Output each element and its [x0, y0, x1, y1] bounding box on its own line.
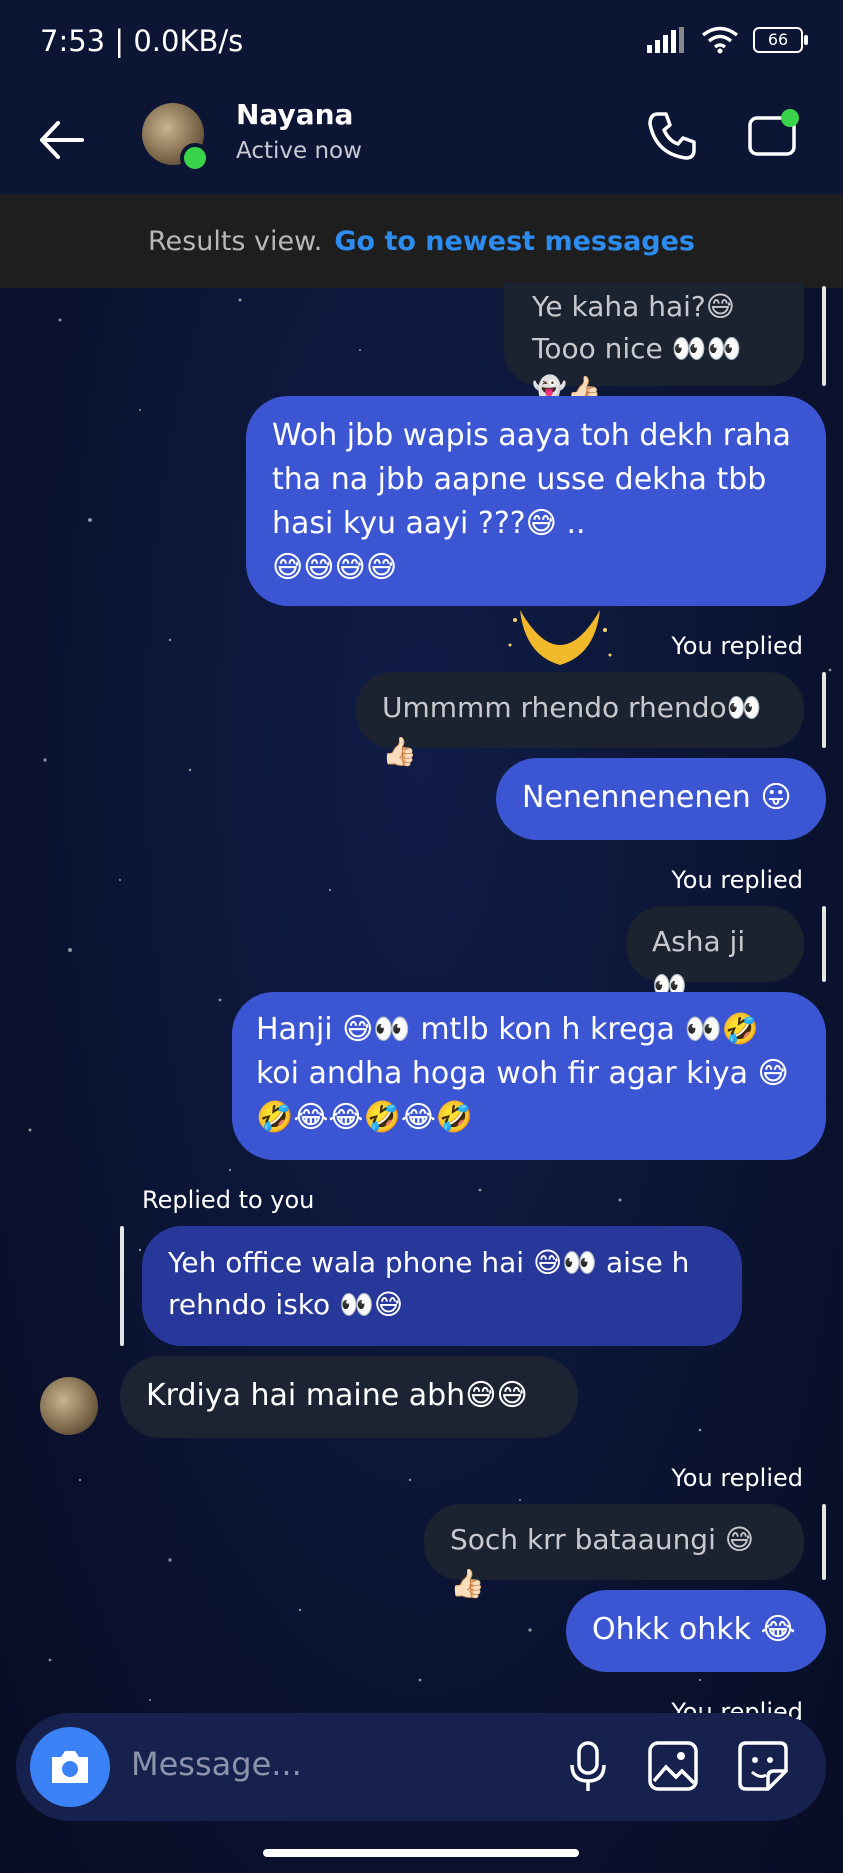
- reply-indicator-bar: [822, 672, 826, 748]
- back-arrow-icon[interactable]: [32, 110, 92, 170]
- message-text: tha na jbb aapne usse dekha tbb: [272, 462, 767, 497]
- message-text: hasi kyu aayi ???😅 ..: [272, 506, 586, 541]
- reply-indicator-bar: [120, 1226, 124, 1346]
- results-banner: Results view. Go to newest messages: [0, 194, 843, 288]
- star-sticker-icon: [508, 610, 612, 665]
- message-composer: Message...: [16, 1713, 826, 1821]
- phone-call-icon[interactable]: [644, 108, 700, 164]
- reply-indicator-bar: [822, 286, 826, 386]
- message-bubble[interactable]: Woh jbb wapis aaya toh dekh raha tha na …: [246, 396, 826, 606]
- signal-icon: [647, 27, 684, 53]
- message-input[interactable]: Message...: [131, 1745, 302, 1783]
- gallery-icon[interactable]: [646, 1739, 700, 1793]
- wifi-icon: [701, 26, 739, 54]
- message-text: 🤣😂😂🤣😂🤣: [256, 1100, 474, 1135]
- you-replied-label: You replied: [671, 866, 803, 894]
- message-text: Woh jbb wapis aaya toh dekh raha: [272, 418, 791, 453]
- status-time: 7:53 | 0.0KB/s: [40, 24, 244, 58]
- video-call-icon[interactable]: [744, 106, 804, 166]
- sticker-icon[interactable]: [736, 1739, 790, 1793]
- reply-indicator-bar: [822, 906, 826, 982]
- reply-bubble[interactable]: Soch krr bataaungi 😅👍🏻: [424, 1504, 804, 1600]
- message-text: Nenennenenen 😛: [522, 780, 792, 815]
- replied-to-you-label: Replied to you: [142, 1186, 315, 1214]
- incoming-message-bubble[interactable]: Krdiya hai maine abh😅😅: [120, 1356, 578, 1438]
- message-bubble[interactable]: Nenennenenen 😛: [496, 758, 826, 840]
- status-icons: 66: [647, 26, 808, 54]
- online-indicator: [180, 143, 210, 173]
- camera-icon: [52, 1751, 88, 1783]
- battery-icon: 66: [753, 27, 808, 53]
- camera-button[interactable]: [30, 1727, 110, 1807]
- reply-bubble[interactable]: Ummmm rhendo rhendo👀👍🏻: [356, 672, 804, 768]
- message-text: 😅😅😅😅: [272, 550, 398, 585]
- home-indicator[interactable]: [263, 1849, 579, 1857]
- you-replied-label: You replied: [671, 632, 803, 660]
- results-label: Results view.: [147, 225, 323, 257]
- message-text: Krdiya hai maine abh😅😅: [146, 1378, 528, 1413]
- chat-header: Nayana Active now: [0, 90, 843, 194]
- message-text: koi andha hoga woh fir agar kiya 😅: [256, 1056, 789, 1091]
- message-bubble[interactable]: Hanji 😅👀 mtlb kon h krega 👀🤣 koi andha h…: [232, 992, 826, 1160]
- message-text: Hanji 😅👀 mtlb kon h krega 👀🤣: [256, 1012, 760, 1047]
- reply-indicator-bar: [822, 1504, 826, 1580]
- reply-text: Ye kaha hai?😅: [532, 290, 735, 323]
- message-text: Ohkk ohkk 😂: [592, 1612, 796, 1647]
- status-bar: 7:53 | 0.0KB/s 66: [0, 0, 843, 90]
- quoted-message-bubble[interactable]: Yeh office wala phone hai 😅👀 aise h rehn…: [142, 1226, 742, 1346]
- microphone-icon[interactable]: [566, 1739, 610, 1795]
- quoted-text: Yeh office wala phone hai 😅👀 aise h: [168, 1246, 690, 1279]
- sender-avatar[interactable]: [40, 1377, 98, 1435]
- you-replied-label: You replied: [671, 1464, 803, 1492]
- reply-bubble[interactable]: Ye kaha hai?😅 Tooo nice 👀👀👻👍🏻: [504, 282, 804, 407]
- go-to-newest-link[interactable]: Go to newest messages: [334, 226, 695, 257]
- contact-name[interactable]: Nayana: [236, 98, 353, 131]
- reply-bubble[interactable]: Asha ji👀: [626, 906, 804, 1002]
- presence-status: Active now: [236, 138, 362, 164]
- message-bubble[interactable]: Ohkk ohkk 😂: [566, 1590, 826, 1672]
- quoted-text: rehndo isko 👀😅: [168, 1288, 404, 1321]
